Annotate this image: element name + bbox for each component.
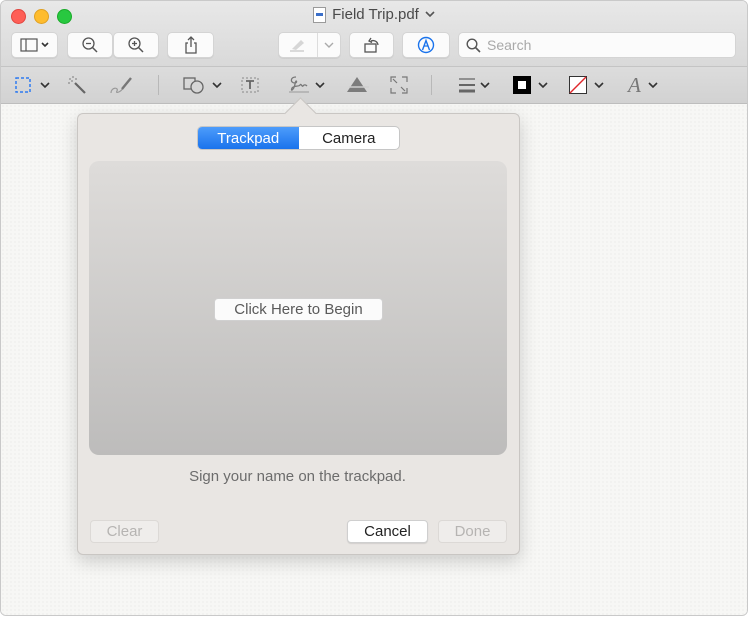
sign-tool[interactable] — [286, 74, 325, 96]
text-tool[interactable] — [240, 74, 260, 96]
chevron-down-icon — [480, 81, 490, 88]
dashed-rect-icon — [15, 77, 31, 93]
rotate-button[interactable] — [349, 32, 394, 58]
font-icon: A — [628, 72, 641, 97]
text-box-icon — [241, 77, 259, 93]
markup-toolbar: A — [1, 67, 747, 104]
toolbar-separator — [158, 75, 159, 95]
toolbar-separator — [431, 75, 432, 95]
tab-trackpad[interactable]: Trackpad — [198, 127, 299, 149]
chevron-down-icon — [315, 81, 325, 88]
done-button[interactable]: Done — [438, 520, 507, 543]
chevron-down-icon — [648, 81, 658, 88]
chevron-down-icon — [594, 81, 604, 88]
signature-hint: Sign your name on the trackpad. — [189, 468, 406, 485]
shapes-icon — [183, 77, 204, 94]
fill-color-tool[interactable] — [569, 74, 604, 96]
search-field[interactable]: Search — [458, 32, 736, 58]
chevron-down-icon — [538, 81, 548, 88]
border-color-icon — [513, 76, 531, 94]
search-placeholder: Search — [487, 37, 532, 53]
prism-icon — [347, 77, 369, 92]
shape-style-tool[interactable] — [457, 74, 490, 96]
sketch-icon — [110, 77, 132, 94]
magic-wand-icon — [68, 76, 86, 94]
window-title-text: Field Trip.pdf — [332, 6, 419, 23]
cancel-button[interactable]: Cancel — [347, 520, 428, 543]
highlighter-icon — [290, 40, 304, 52]
chevron-down-icon — [212, 81, 222, 88]
sidebar-icon — [19, 38, 49, 52]
highlight-menu-button[interactable] — [318, 42, 340, 49]
highlight-tool[interactable] — [279, 33, 318, 57]
signature-source-tabs: Trackpad Camera — [197, 126, 400, 150]
search-icon — [466, 37, 481, 53]
window-title[interactable]: Field Trip.pdf — [1, 6, 747, 23]
tab-camera[interactable]: Camera — [299, 127, 400, 149]
text-style-tool[interactable]: A — [628, 72, 658, 97]
title-bar: Field Trip.pdf Search — [1, 1, 747, 67]
resize-icon — [390, 76, 408, 94]
adjust-color-tool[interactable] — [345, 74, 371, 96]
adjust-size-tool[interactable] — [389, 74, 409, 96]
fill-color-icon — [569, 76, 587, 94]
chevron-down-icon — [324, 42, 334, 48]
line-weight-icon — [459, 78, 475, 93]
sketch-tool[interactable] — [109, 74, 133, 96]
zoom-out-icon — [82, 37, 98, 53]
shapes-tool[interactable] — [183, 74, 222, 96]
zoom-out-button[interactable] — [67, 32, 113, 58]
share-icon — [184, 36, 197, 54]
highlight-button[interactable] — [278, 32, 341, 58]
clear-button[interactable]: Clear — [90, 520, 159, 543]
signature-icon — [289, 76, 309, 93]
chevron-down-icon — [425, 11, 435, 18]
chevron-down-icon — [40, 81, 50, 88]
selection-tool[interactable] — [15, 74, 50, 96]
markup-toolbar-button[interactable] — [402, 32, 450, 58]
zoom-in-icon — [128, 37, 144, 53]
border-color-tool[interactable] — [513, 74, 548, 96]
pdf-document-icon — [313, 6, 327, 23]
rotate-icon — [363, 37, 379, 53]
share-button[interactable] — [167, 32, 214, 58]
markup-pen-icon — [417, 36, 435, 54]
click-here-to-begin-button[interactable]: Click Here to Begin — [214, 298, 383, 321]
zoom-in-button[interactable] — [113, 32, 159, 58]
sidebar-view-button[interactable] — [11, 32, 58, 58]
instant-alpha-tool[interactable] — [67, 74, 87, 96]
